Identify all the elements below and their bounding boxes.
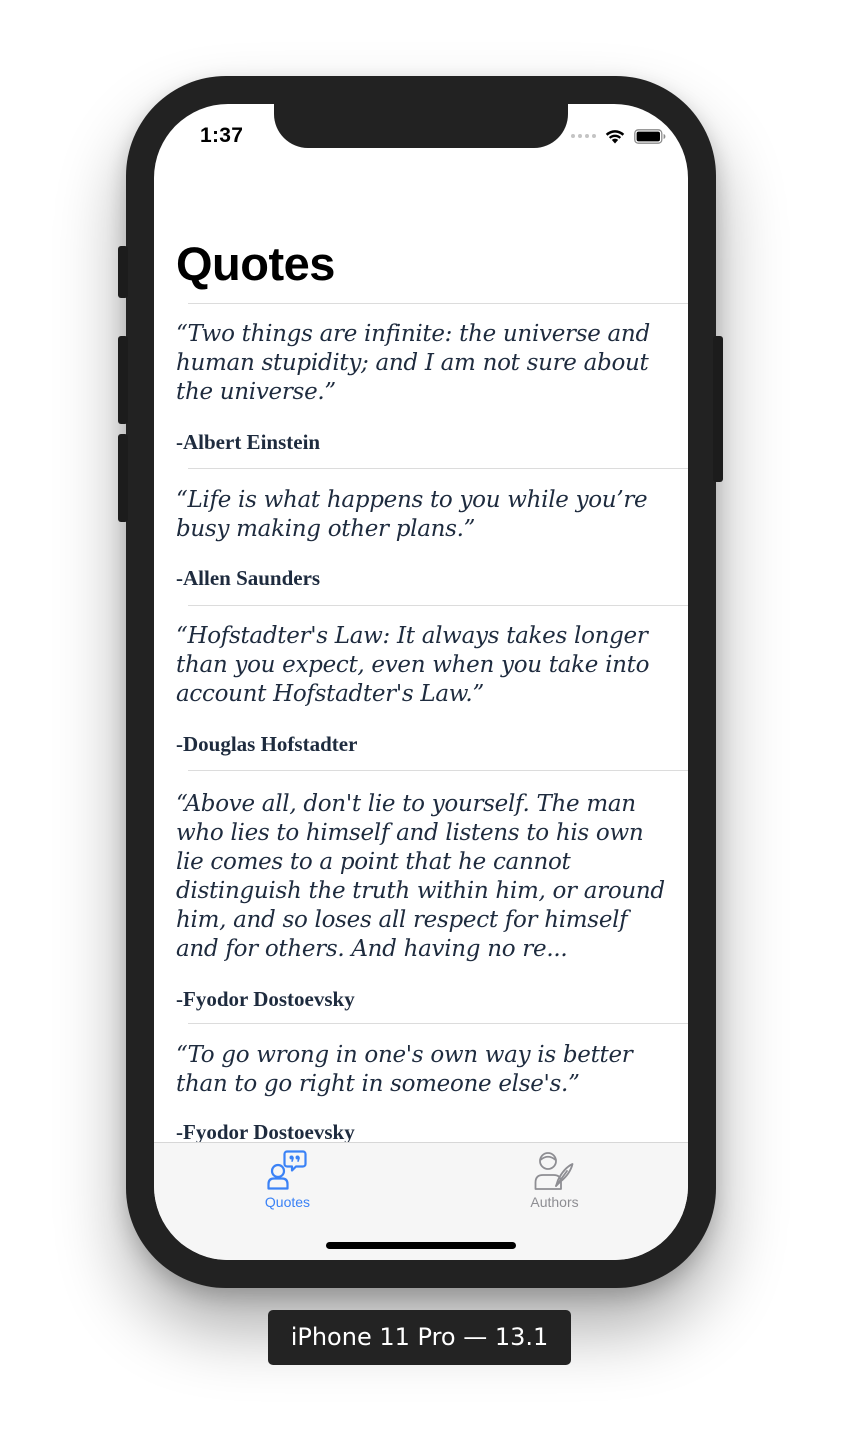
tab-authors[interactable]: Authors	[421, 1143, 688, 1223]
side-button	[713, 336, 723, 482]
quote-author[interactable]: -Douglas Hofstadter	[176, 732, 357, 757]
volume-up-button	[118, 336, 128, 424]
tab-authors-label: Authors	[530, 1194, 579, 1210]
quote-text[interactable]: “Above all, don't lie to yourself. The m…	[176, 790, 676, 964]
quotes-list[interactable]: “Two things are infinite: the universe a…	[154, 303, 688, 1143]
notch	[274, 104, 568, 148]
quotes-person-icon	[267, 1150, 307, 1190]
volume-down-button	[118, 434, 128, 522]
row-separator	[188, 770, 688, 771]
tab-quotes-label: Quotes	[264, 1194, 311, 1210]
screen: 1:37 Quotes “Two things are infinite: th…	[154, 104, 688, 1260]
battery-icon	[634, 128, 666, 144]
row-separator	[188, 303, 688, 304]
author-quill-icon	[534, 1152, 574, 1190]
quote-author[interactable]: -Allen Saunders	[176, 566, 320, 591]
quote-author[interactable]: -Fyodor Dostoevsky	[176, 987, 355, 1012]
row-separator	[188, 468, 688, 469]
quote-author[interactable]: -Albert Einstein	[176, 430, 320, 455]
cellular-signal-icon	[571, 134, 596, 138]
silent-switch	[118, 246, 128, 298]
quote-text[interactable]: “Hofstadter's Law: It always takes longe…	[176, 622, 676, 709]
row-separator	[188, 1023, 688, 1024]
quote-author[interactable]: -Fyodor Dostoevsky	[176, 1120, 355, 1143]
quote-text[interactable]: “To go wrong in one's own way is better …	[176, 1041, 676, 1099]
status-time: 1:37	[200, 124, 244, 147]
quote-text[interactable]: “Two things are infinite: the universe a…	[176, 320, 676, 407]
status-icons	[571, 128, 666, 144]
page-title: Quotes	[176, 237, 335, 290]
wifi-icon	[605, 129, 625, 143]
tab-quotes[interactable]: Quotes	[154, 1143, 421, 1223]
home-indicator[interactable]	[326, 1242, 516, 1249]
simulator-device-label: iPhone 11 Pro — 13.1	[268, 1310, 571, 1365]
quote-text[interactable]: “Life is what happens to you while you’r…	[176, 486, 676, 544]
row-separator	[188, 605, 688, 606]
